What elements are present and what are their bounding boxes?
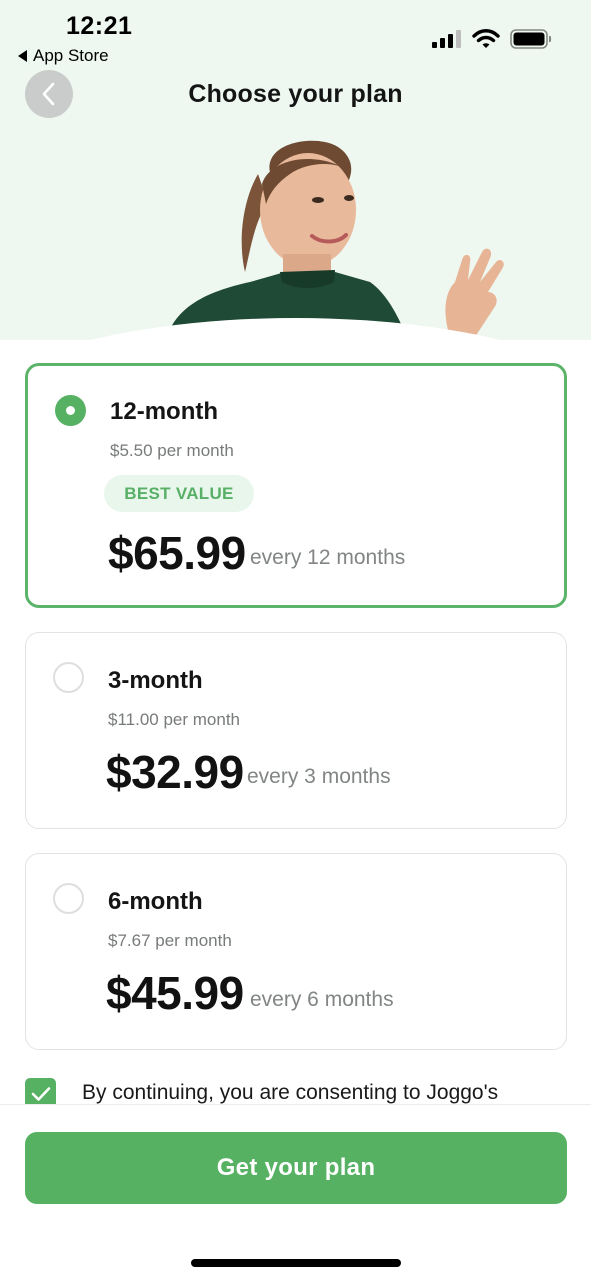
plan-price: $65.99 [108,527,246,579]
consent-text: By continuing, you are consenting to Jog… [82,1081,499,1104]
plan-monthly-price: $7.67 per month [108,931,232,950]
back-triangle-icon [18,50,27,62]
home-indicator [191,1259,401,1267]
cellular-signal-icon [432,30,461,48]
radio-unselected-icon[interactable] [53,883,84,914]
plan-price: $45.99 [106,967,244,1019]
woman-photo [165,140,504,340]
bottom-panel-divider [0,1104,591,1114]
plan-period: every 12 months [250,546,406,569]
radio-selected-icon[interactable] [55,395,86,426]
plan-name: 3-month [108,667,203,694]
plan-card-6-month[interactable]: 6-month $7.67 per month $45.99 every 6 m… [25,853,567,1050]
radio-unselected-icon[interactable] [53,662,84,693]
best-value-badge: BEST VALUE [104,475,254,512]
plan-card-12-month[interactable]: 12-month $5.50 per month BEST VALUE $65.… [25,363,567,608]
plan-name: 6-month [108,888,203,915]
get-plan-button[interactable]: Get your plan [25,1132,567,1204]
back-to-app-link[interactable]: App Store [18,46,109,66]
wifi-icon [472,29,500,48]
plan-period: every 3 months [247,765,391,788]
page-title: Choose your plan [188,80,403,108]
plan-price: $32.99 [106,746,244,798]
checkmark-icon [31,1086,50,1101]
plan-monthly-price: $5.50 per month [110,441,234,460]
status-time: 12:21 [66,12,133,40]
plan-period: every 6 months [250,988,394,1011]
back-to-app-label: App Store [33,46,109,65]
plan-name: 12-month [110,398,218,425]
plan-card-3-month[interactable]: 3-month $11.00 per month $32.99 every 3 … [25,632,567,829]
plan-monthly-price: $11.00 per month [108,710,240,729]
battery-icon [510,29,552,49]
